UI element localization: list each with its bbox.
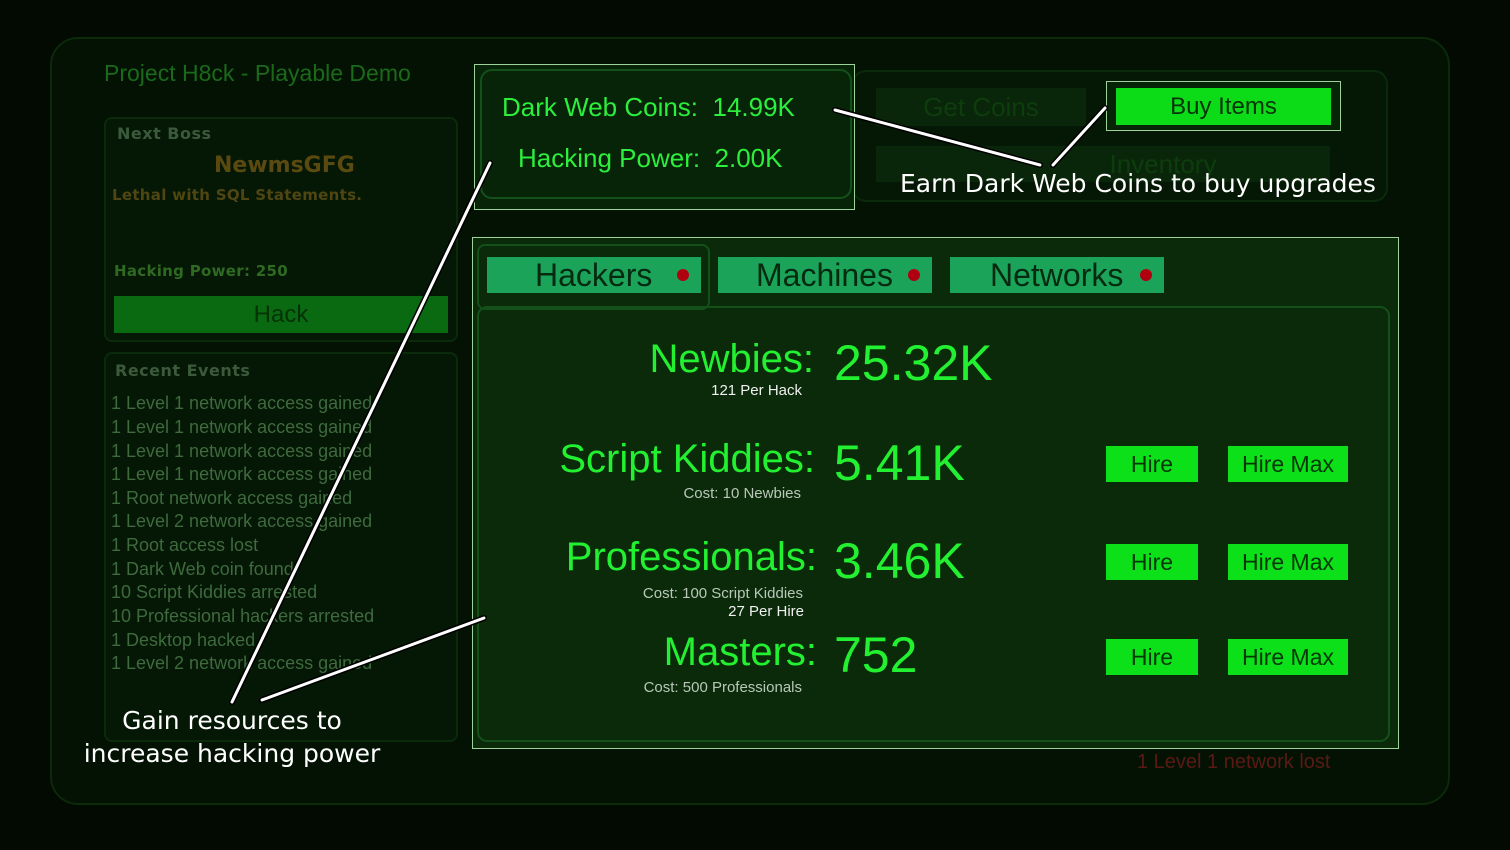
resources-callout-line xyxy=(260,616,486,702)
coin-callout-line xyxy=(833,108,1042,167)
coins-annotation: Earn Dark Web Coins to buy upgrades xyxy=(900,169,1376,198)
buy-callout-line xyxy=(1051,106,1107,167)
power-callout-line xyxy=(230,161,492,704)
resources-annotation-line2: increase hacking power xyxy=(83,739,381,768)
resources-annotation-line1: Gain resources to xyxy=(122,706,342,735)
